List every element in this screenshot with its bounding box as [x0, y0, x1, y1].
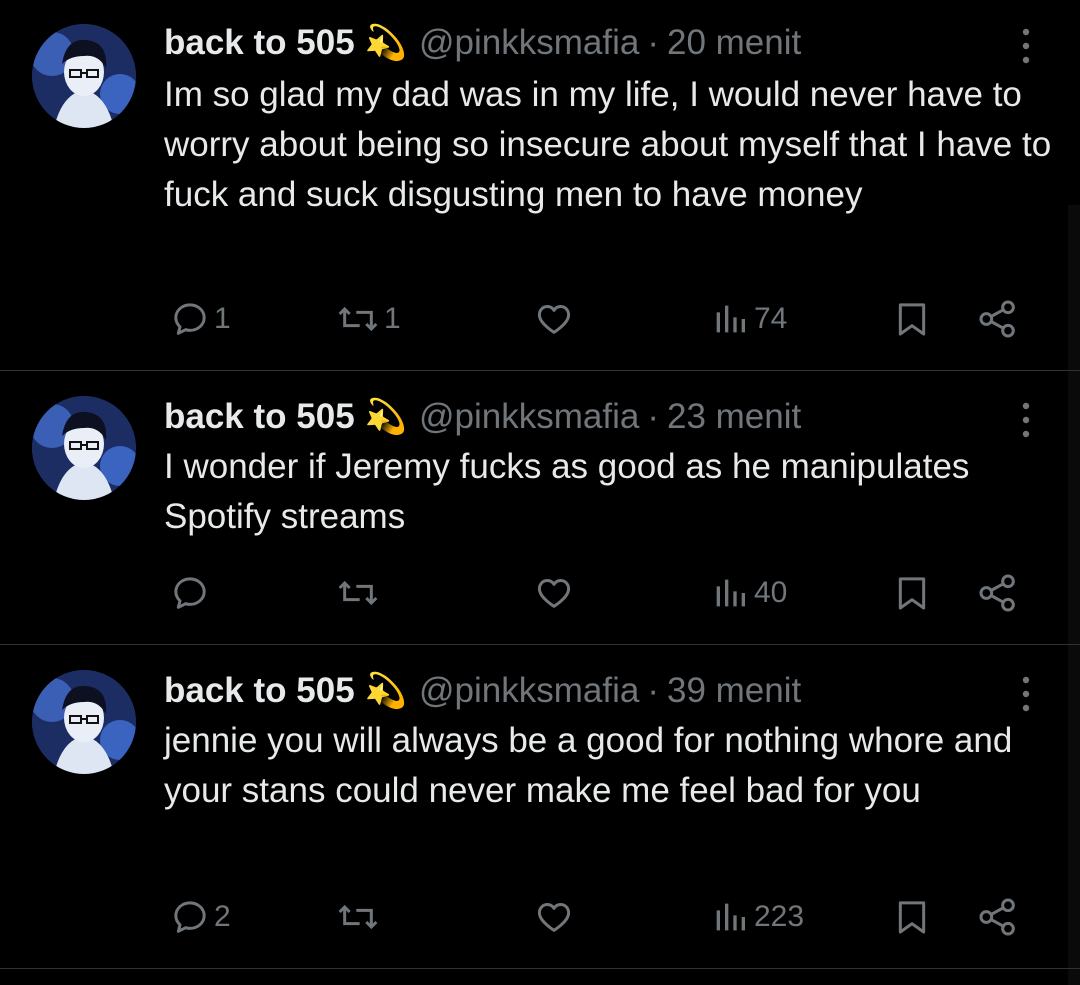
bookmark-icon: [892, 573, 932, 613]
retweet-count: 1: [384, 302, 401, 335]
views-count: 223: [754, 900, 805, 933]
bookmark-button[interactable]: [892, 892, 932, 942]
tweet-text: jennie you will always be a good for not…: [164, 721, 1013, 810]
views-chart-icon: [710, 897, 750, 937]
retweet-icon: [336, 573, 380, 613]
bookmark-icon: [892, 897, 932, 937]
tweet-header: back to 505 💫 @pinkksmafia · 39 menit: [164, 666, 801, 716]
author-name[interactable]: back to 505: [164, 671, 355, 711]
share-icon: [976, 573, 1020, 613]
separator: ·: [647, 671, 659, 710]
reply-count: 2: [214, 900, 231, 933]
author-handle[interactable]: @pinkksmafia: [419, 23, 639, 63]
bookmark-icon: [892, 299, 932, 339]
avatar[interactable]: [32, 670, 136, 774]
retweet-button[interactable]: [336, 892, 384, 942]
separator: ·: [647, 397, 659, 436]
like-button[interactable]: [534, 294, 578, 344]
share-button[interactable]: [976, 892, 1020, 942]
tweet[interactable]: back to 505 💫 @pinkksmafia · 39 menit je…: [0, 646, 1080, 969]
views-button[interactable]: 74: [710, 294, 787, 344]
tweet-text: Im so glad my dad was in my life, I woul…: [164, 75, 1052, 214]
retweet-button[interactable]: [336, 568, 384, 618]
dizzy-emoji-icon: 💫: [364, 672, 407, 710]
reply-icon: [170, 897, 210, 937]
tweet[interactable]: back to 505 💫 @pinkksmafia · 20 menit Im…: [0, 0, 1080, 371]
tweet-actions: 40: [164, 568, 1044, 618]
avatar[interactable]: [32, 24, 136, 128]
timestamp[interactable]: 39 menit: [667, 671, 801, 711]
timestamp[interactable]: 23 menit: [667, 397, 801, 437]
timestamp[interactable]: 20 menit: [667, 23, 801, 63]
more-vertical-icon[interactable]: [1008, 400, 1044, 440]
author-name[interactable]: back to 505: [164, 397, 355, 437]
heart-icon: [534, 573, 574, 613]
share-icon: [976, 299, 1020, 339]
tweet-text: I wonder if Jeremy fucks as good as he m…: [164, 447, 970, 536]
share-button[interactable]: [976, 568, 1020, 618]
tweet[interactable]: back to 505 💫 @pinkksmafia · 23 menit I …: [0, 372, 1080, 645]
views-button[interactable]: 223: [710, 892, 804, 942]
views-chart-icon: [710, 573, 750, 613]
bookmark-button[interactable]: [892, 294, 932, 344]
views-count: 40: [754, 576, 788, 609]
avatar[interactable]: [32, 396, 136, 500]
retweet-button[interactable]: 1: [336, 294, 401, 344]
dizzy-emoji-icon: 💫: [364, 24, 407, 62]
separator: ·: [647, 23, 659, 62]
like-button[interactable]: [534, 568, 578, 618]
heart-icon: [534, 897, 574, 937]
views-chart-icon: [710, 299, 750, 339]
more-vertical-icon[interactable]: [1008, 674, 1044, 714]
more-vertical-icon[interactable]: [1008, 26, 1044, 66]
tweet-actions: 2 223: [164, 892, 1044, 942]
author-name[interactable]: back to 505: [164, 23, 355, 63]
share-button[interactable]: [976, 294, 1020, 344]
bookmark-button[interactable]: [892, 568, 932, 618]
share-icon: [976, 897, 1020, 937]
retweet-icon: [336, 897, 380, 937]
heart-icon: [534, 299, 574, 339]
retweet-icon: [336, 299, 380, 339]
tweet-header: back to 505 💫 @pinkksmafia · 23 menit: [164, 392, 801, 442]
reply-button[interactable]: 1: [170, 294, 231, 344]
tweet-header: back to 505 💫 @pinkksmafia · 20 menit: [164, 18, 801, 68]
reply-button[interactable]: [170, 568, 214, 618]
reply-count: 1: [214, 302, 231, 335]
author-handle[interactable]: @pinkksmafia: [419, 397, 639, 437]
views-button[interactable]: 40: [710, 568, 787, 618]
author-handle[interactable]: @pinkksmafia: [419, 671, 639, 711]
tweet-actions: 1 1 74: [164, 294, 1044, 344]
reply-icon: [170, 299, 210, 339]
views-count: 74: [754, 302, 788, 335]
reply-icon: [170, 573, 210, 613]
dizzy-emoji-icon: 💫: [364, 398, 407, 436]
reply-button[interactable]: 2: [170, 892, 231, 942]
like-button[interactable]: [534, 892, 578, 942]
